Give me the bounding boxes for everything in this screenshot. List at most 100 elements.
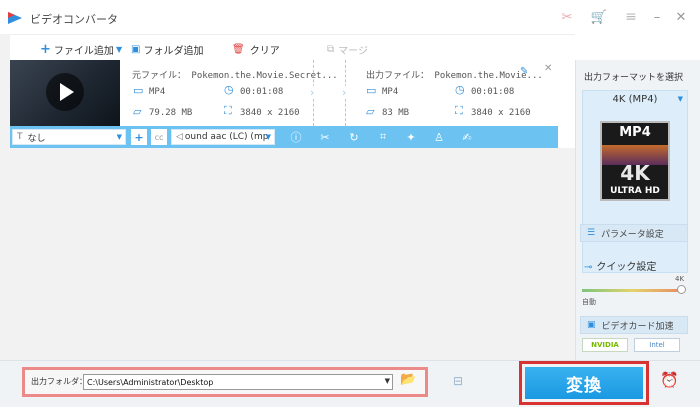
close-icon[interactable]: ✕: [670, 8, 692, 26]
format-value: 4K (MP4): [612, 94, 658, 105]
source-resolution: 3840 x 2160: [240, 108, 300, 118]
merge-label: マージ: [338, 45, 368, 57]
resolution-icon: ⛶: [455, 104, 463, 117]
subtitle-value: なし: [27, 133, 46, 144]
sliders-icon: ☰: [587, 228, 596, 238]
output-file-name: 出力ファイル： Pokemon.the.Movie...: [366, 71, 543, 81]
plus-icon: +: [40, 41, 51, 57]
clock-icon: ◷: [455, 83, 465, 96]
folder-icon: ▱: [133, 105, 142, 118]
source-size: 79.28 MB: [149, 108, 193, 118]
folder-add-icon: ▣: [131, 43, 141, 55]
add-folder-label: フォルダ追加: [143, 45, 204, 57]
add-file-dropdown-icon[interactable]: ▼: [116, 41, 122, 57]
output-duration: 00:01:08: [471, 87, 515, 97]
add-subtitle-button[interactable]: +: [131, 129, 147, 145]
clear-button[interactable]: 🗑 クリア: [232, 41, 280, 57]
cut-icon[interactable]: ✂: [317, 129, 333, 145]
arrow-right-icon: ›: [342, 86, 347, 99]
badge-top: MP4: [619, 125, 651, 140]
source-file-name: 元ファイル： Pokemon.the.Movie.Secret...: [132, 71, 338, 81]
mp4-4k-icon: MP4 4K ULTRA HD: [600, 121, 670, 201]
gpu-acceleration-button[interactable]: ▣ ビデオカード加速: [580, 316, 688, 334]
audio-track-select[interactable]: ◁ ound aac (LC) (mp ▼: [171, 129, 275, 145]
parameter-settings-button[interactable]: ☰ パラメータ設定: [580, 224, 688, 242]
gpu-label: ビデオカード加速: [601, 321, 674, 332]
format-icon: ▭: [133, 84, 144, 97]
output-path-field[interactable]: C:\Users\Administrator\Desktop ▼: [83, 374, 393, 390]
format-panel: 出力フォーマットを選択 4K (MP4) ▼ MP4 4K ULTRA HD ☰…: [575, 60, 700, 360]
file-list-area: [10, 148, 575, 360]
text-icon: T: [17, 132, 23, 142]
folder-icon: ▱: [366, 105, 375, 118]
quality-slider[interactable]: [582, 289, 682, 292]
arrow-right-icon: ›: [310, 86, 315, 99]
output-folder-label: 出力フォルダ：: [31, 377, 87, 386]
clear-label: クリア: [249, 45, 280, 57]
file-item[interactable]: 元ファイル： Pokemon.the.Movie.Secret... ▭ MP4…: [10, 60, 558, 126]
title-bar: ビデオコンバータ ✂ 🛒 ≡ – ✕: [0, 0, 700, 34]
cc-icon[interactable]: cc: [151, 129, 167, 145]
intel-badge[interactable]: Intel: [634, 338, 680, 352]
slider-max-label: 4K: [675, 275, 685, 283]
effect-icon[interactable]: ✦: [403, 129, 419, 145]
app-title: ビデオコンバータ: [30, 13, 118, 26]
minimize-icon[interactable]: –: [646, 8, 668, 26]
merge-button[interactable]: ⧉ マージ: [327, 41, 368, 57]
output-size: 83 MB: [382, 108, 410, 118]
info-icon[interactable]: ⓘ: [288, 129, 304, 145]
audio-value: ound aac (LC) (mp: [184, 132, 269, 142]
badge-mid: 4K: [620, 161, 650, 185]
source-duration: 00:01:08: [240, 87, 284, 97]
quick-setting-icon: ⊸: [584, 262, 593, 273]
speaker-icon: ◁: [176, 132, 183, 142]
merge-icon: ⧉: [327, 43, 335, 55]
edit-icon[interactable]: ✎: [520, 66, 528, 77]
output-folder-box: 出力フォルダ： C:\Users\Administrator\Desktop ▼…: [22, 367, 428, 397]
add-file-button[interactable]: + ファイル追加: [40, 41, 114, 57]
convert-button[interactable]: 変換: [525, 367, 643, 399]
subtitle-select[interactable]: T なし ▼: [12, 129, 126, 145]
crop-icon[interactable]: ⌗: [375, 129, 391, 145]
output-path-value: C:\Users\Administrator\Desktop: [87, 377, 214, 387]
format-selector[interactable]: 4K (MP4) ▼ MP4 4K ULTRA HD: [582, 90, 688, 273]
video-thumbnail[interactable]: [10, 60, 120, 126]
badge-bottom: ULTRA HD: [610, 186, 660, 196]
trash-icon: 🗑: [232, 43, 245, 55]
resolution-icon: ⛶: [224, 104, 232, 117]
quick-setting-label: ⊸ クイック設定: [584, 262, 657, 273]
watermark-icon[interactable]: ♙: [431, 129, 447, 145]
source-format: MP4: [149, 87, 166, 97]
cart-icon[interactable]: 🛒: [588, 8, 610, 26]
alarm-clock-icon[interactable]: ⏰: [660, 371, 679, 389]
chevron-down-icon: ▼: [265, 133, 271, 141]
left-gutter: [0, 34, 10, 360]
chevron-down-icon: ▼: [116, 133, 122, 141]
format-icon: ▭: [366, 84, 377, 97]
app-logo-icon: [8, 12, 22, 24]
chip-icon: ▣: [587, 320, 596, 330]
subtitle-edit-icon[interactable]: ✍: [459, 129, 475, 145]
schedule-icon[interactable]: ⊟: [453, 374, 463, 388]
parameter-label: パラメータ設定: [601, 229, 664, 240]
skin-icon[interactable]: ✂: [556, 8, 578, 26]
menu-icon[interactable]: ≡: [620, 8, 642, 26]
open-folder-icon[interactable]: 📂: [400, 372, 416, 387]
clock-icon: ◷: [224, 83, 234, 96]
edit-toolbar: T なし ▼ + cc ◁ ound aac (LC) (mp ▼ ⓘ ✂ ↻ …: [10, 126, 558, 148]
chevron-down-icon[interactable]: ▼: [385, 377, 390, 385]
nvidia-badge[interactable]: NVIDIA: [582, 338, 628, 352]
select-format-label: 出力フォーマットを選択: [584, 73, 684, 83]
main-toolbar: + ファイル追加 ▼ ▣ フォルダ追加 🗑 クリア ⧉ マージ: [0, 34, 575, 60]
rotate-icon[interactable]: ↻: [346, 129, 362, 145]
output-format: MP4: [382, 87, 399, 97]
play-icon[interactable]: [46, 73, 84, 111]
output-resolution: 3840 x 2160: [471, 108, 531, 118]
quality-slider-knob[interactable]: [677, 285, 686, 294]
bottom-bar: 出力フォルダ： C:\Users\Administrator\Desktop ▼…: [0, 360, 700, 407]
convert-highlight: 変換: [519, 361, 649, 405]
chevron-down-icon: ▼: [677, 95, 683, 103]
add-folder-button[interactable]: ▣ フォルダ追加: [131, 41, 203, 57]
slider-min-label: 自動: [582, 298, 596, 306]
remove-icon[interactable]: ✕: [544, 63, 552, 74]
